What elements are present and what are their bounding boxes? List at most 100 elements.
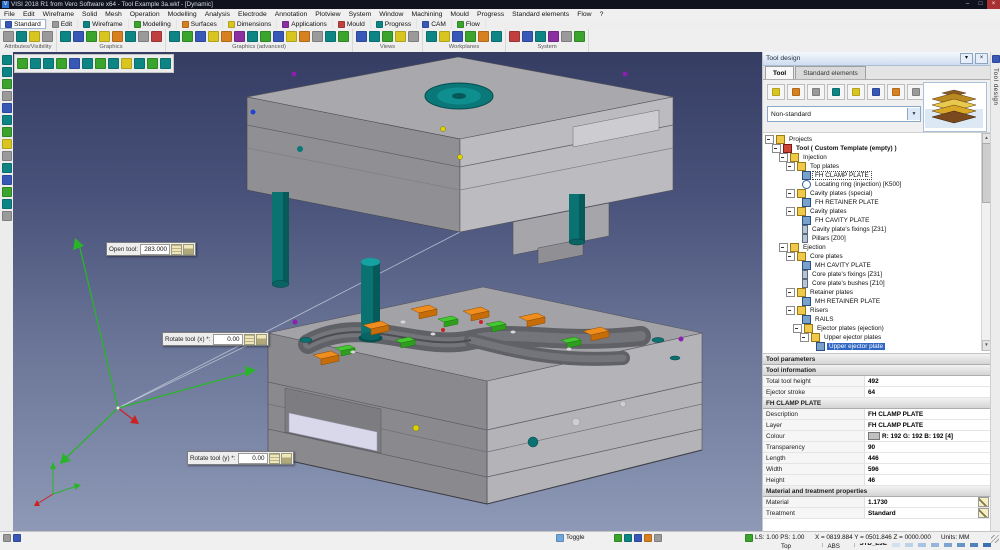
toolbar-icon[interactable] [234,31,245,42]
menu-window[interactable]: Window [375,11,407,18]
tree-item[interactable]: Injection [763,153,991,162]
menu-standard-elements[interactable]: Standard elements [508,11,573,18]
toolbar-icon[interactable] [2,211,12,221]
toolbar-icon[interactable] [182,31,193,42]
toolbar-icon[interactable] [312,31,323,42]
toolbar-icon[interactable] [356,31,367,42]
menu-help[interactable]: ? [596,11,608,18]
panel-close-button[interactable]: × [975,53,988,64]
param-row[interactable]: Ejector stroke64 [763,387,991,398]
toolbar-icon[interactable] [561,31,572,42]
tree-expander[interactable] [800,333,809,342]
toolbar-icon[interactable] [60,31,71,42]
tree-expander[interactable] [786,207,795,216]
toolbar-icon[interactable] [95,58,106,69]
tree-item[interactable]: Core plates [763,252,991,261]
tree-item[interactable]: FH RETAINER PLATE [763,198,991,207]
param-row[interactable]: DescriptionFH CLAMP PLATE [763,409,991,420]
status-icon[interactable] [644,534,652,542]
tree-item[interactable]: Core plate's fixings [Z31] [763,270,991,279]
tree-item[interactable]: Retainer plates [763,288,991,297]
tree-item[interactable]: Cavity plates (special) [763,189,991,198]
tree-expander[interactable] [786,252,795,261]
toolbar-icon[interactable] [325,31,336,42]
tree-item[interactable]: MH RETAINER PLATE [763,297,991,306]
toolbar-tab-progress[interactable]: Progress [371,19,417,29]
menu-modelling[interactable]: Modelling [164,11,201,18]
tree-item[interactable]: Pillars [Z00] [763,234,991,243]
panel-toolbar-icon[interactable] [867,84,885,100]
rotate-x-value-field[interactable]: 0.00 [213,334,243,345]
menu-mesh[interactable]: Mesh [101,11,126,18]
toolbar-icon[interactable] [574,31,585,42]
toolbar-icon[interactable] [2,187,12,197]
toolbar-icon[interactable] [439,31,450,42]
toolbar-icon[interactable] [369,31,380,42]
toolbar-icon[interactable] [522,31,533,42]
toolbar-icon[interactable] [43,58,54,69]
toolbar-icon[interactable] [86,31,97,42]
tree-expander[interactable] [786,189,795,198]
standard-type-select[interactable]: Non-standard ▼ [767,106,921,122]
lock-icon[interactable] [183,244,194,255]
3d-viewport[interactable]: Open tool: 283.000 Rotate tool (x) *: 0.… [13,52,762,531]
rotate-y-value-field[interactable]: 0.00 [238,453,268,464]
maximize-button[interactable]: □ [974,0,987,9]
tree-item[interactable]: FH CLAMP PLATE [763,171,991,180]
toolbar-icon[interactable] [299,31,310,42]
param-row[interactable]: Total tool height492 [763,376,991,387]
menu-analysis[interactable]: Analysis [201,11,234,18]
param-row-treatment[interactable]: TreatmentStandard [763,508,991,519]
menu-system[interactable]: System [345,11,376,18]
toolbar-icon[interactable] [112,31,123,42]
toolbar-icon[interactable] [42,31,53,42]
toolbar-tab-surfaces[interactable]: Surfaces [177,19,223,29]
tree-item[interactable]: Tool ( Custom Template (empty) ) [763,144,991,153]
tree-expander[interactable] [786,306,795,315]
edit-pencil-icon[interactable] [978,508,989,518]
tree-item[interactable]: FH CAVITY PLATE [763,216,991,225]
toolbar-icon[interactable] [73,31,84,42]
menu-file[interactable]: File [0,11,19,18]
toolbar-tab-wireframe[interactable]: Wireframe [78,19,128,29]
lock-icon[interactable] [256,334,267,345]
toolbar-icon[interactable] [509,31,520,42]
toolbar-icon[interactable] [2,67,12,77]
toolbar-icon[interactable] [147,58,158,69]
chevron-down-icon[interactable]: ▼ [907,108,920,120]
panel-toolbar-icon[interactable] [787,84,805,100]
tree-expander[interactable] [765,135,774,144]
tree-item[interactable]: Risers [763,306,991,315]
tree-item[interactable]: MH CAVITY PLATE [763,261,991,270]
tree-item[interactable]: Core plate's bushes [Z10] [763,279,991,288]
toolbar-icon[interactable] [2,91,12,101]
panel-menu-button[interactable]: ▾ [960,53,973,64]
tab-standard-elements[interactable]: Standard elements [795,66,866,79]
toolbar-icon[interactable] [2,79,12,89]
minimize-button[interactable]: – [961,0,974,9]
toolbar-icon[interactable] [108,58,119,69]
menu-edit[interactable]: Edit [19,11,39,18]
toolbar-icon[interactable] [82,58,93,69]
panel-toolbar-icon[interactable] [887,84,905,100]
panel-toolbar-icon[interactable] [827,84,845,100]
menu-machining[interactable]: Machining [407,11,446,18]
toolbar-icon[interactable] [2,115,12,125]
toolbar-tab-edit[interactable]: Edit [47,19,78,29]
toolbar-icon[interactable] [273,31,284,42]
toolbar-icon[interactable] [2,103,12,113]
toolbar-icon[interactable] [408,31,419,42]
edit-pencil-icon[interactable] [978,497,989,507]
toolbar-icon[interactable] [395,31,406,42]
toolbar-icon[interactable] [138,31,149,42]
tool-preview-image[interactable] [923,82,987,132]
param-row[interactable]: Length446 [763,453,991,464]
tree-expander[interactable] [793,324,802,333]
toolbar-icon[interactable] [286,31,297,42]
tree-expander[interactable] [779,243,788,252]
calculator-icon[interactable] [244,334,255,345]
tree-item[interactable]: Top plates [763,162,991,171]
toolbar-icon[interactable] [151,31,162,42]
colour-swatch[interactable] [868,432,880,440]
toolbar-tab-dimensions[interactable]: Dimensions [223,19,277,29]
